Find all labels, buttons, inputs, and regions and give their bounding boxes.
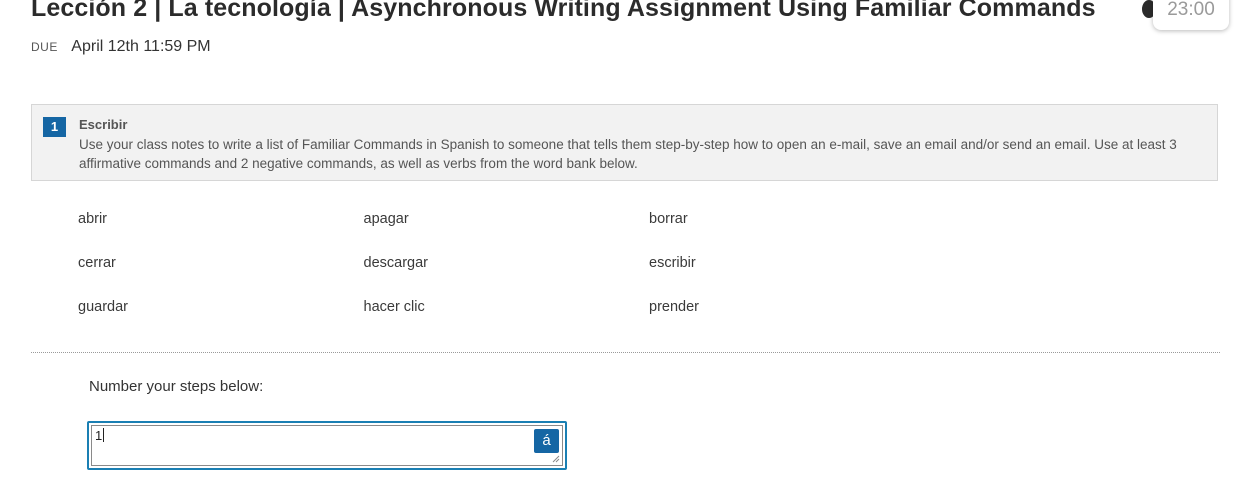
word-bank-item: abrir xyxy=(78,211,108,227)
word-bank-item: borrar xyxy=(649,211,688,227)
resize-grip-icon[interactable] xyxy=(552,455,560,463)
word-bank-item: apagar xyxy=(363,211,409,227)
due-label: DUE xyxy=(31,40,58,54)
instructions-text: Use your class notes to write a list of … xyxy=(79,137,1177,171)
response-label: Number your steps below: xyxy=(89,378,264,395)
due-date: April 12th 11:59 PM xyxy=(71,38,211,55)
due-date-row: DUE April 12th 11:59 PM xyxy=(31,38,211,56)
step-number-badge: 1 xyxy=(43,117,66,137)
response-textarea[interactable]: 1 á xyxy=(87,421,567,470)
accent-character-button[interactable]: á xyxy=(534,429,559,453)
response-textarea-inner[interactable]: 1 á xyxy=(91,425,563,466)
word-bank: abrir apagar borrar cerrar descargar esc… xyxy=(78,208,978,340)
page-title: Lección 2 | La tecnología | Asynchronous… xyxy=(31,0,1096,22)
word-bank-row: guardar hacer clic prender xyxy=(78,296,978,340)
word-bank-item: descargar xyxy=(363,255,428,271)
countdown-timer: 23:00 xyxy=(1153,0,1229,30)
word-bank-row: cerrar descargar escribir xyxy=(78,252,978,296)
text-caret xyxy=(103,428,105,442)
word-bank-item: escribir xyxy=(649,255,696,271)
section-divider xyxy=(31,352,1220,353)
word-bank-row: abrir apagar borrar xyxy=(78,208,978,252)
response-text[interactable]: 1 xyxy=(95,428,105,443)
response-value: 1 xyxy=(95,428,103,443)
word-bank-item: cerrar xyxy=(78,255,116,271)
word-bank-item: guardar xyxy=(78,299,128,315)
word-bank-item: prender xyxy=(649,299,699,315)
instructions-panel: 1 Escribir Use your class notes to write… xyxy=(31,104,1218,181)
instructions-heading: Escribir xyxy=(79,117,128,132)
word-bank-item: hacer clic xyxy=(363,299,425,315)
assignment-page: Lección 2 | La tecnología | Asynchronous… xyxy=(0,0,1252,503)
